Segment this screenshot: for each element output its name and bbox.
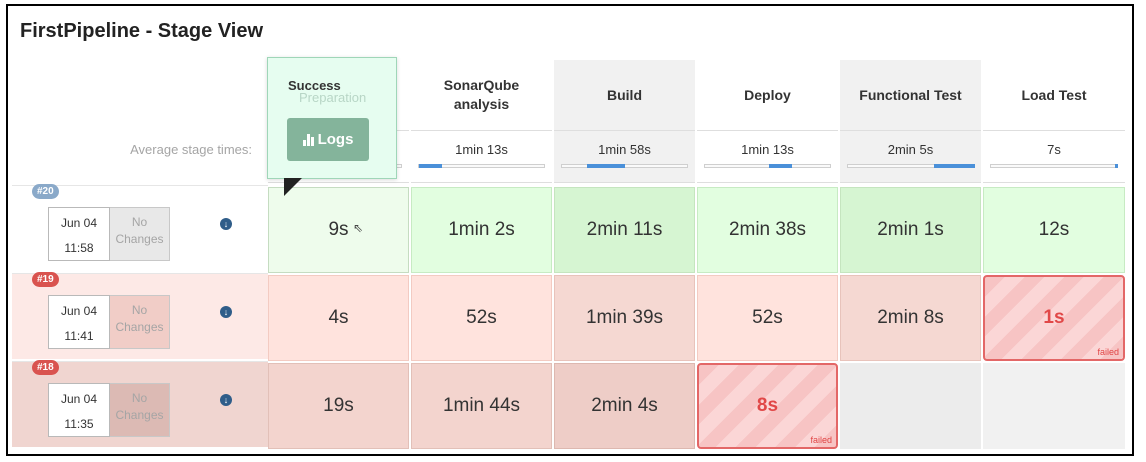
build-time: 11:58: [64, 241, 94, 255]
stage-header[interactable]: Load Test: [983, 60, 1125, 130]
stage-average-time: 7s: [983, 130, 1125, 183]
stage-cell[interactable]: 2min 8s: [840, 275, 981, 361]
download-icon[interactable]: ↓: [220, 218, 232, 230]
stage-average-time: 1min 13s: [697, 130, 838, 183]
stage-duration: 1s: [1043, 307, 1065, 328]
build-date: Jun 04 11:58: [48, 207, 110, 261]
stage-cell[interactable]: 52s: [411, 275, 552, 361]
average-time-bar-fill: [769, 164, 792, 168]
stage-duration: 1min 2s: [448, 219, 515, 240]
build-day: Jun 04: [60, 392, 98, 406]
stage-header[interactable]: SonarQube analysis: [411, 60, 552, 130]
stage-cell-empty: [983, 363, 1125, 449]
stage-header[interactable]: Build: [554, 60, 695, 130]
stage-duration: 2min 1s: [877, 219, 944, 240]
stage-duration: 8s: [756, 395, 779, 416]
stage-cell[interactable]: 2min 4s: [554, 363, 695, 449]
build-number-badge[interactable]: #19: [32, 272, 59, 287]
average-time-bar: [704, 164, 831, 168]
page-title: FirstPipeline - Stage View: [20, 20, 264, 42]
stage-duration: 2min 38s: [728, 219, 807, 240]
stage-header[interactable]: Deploy: [697, 60, 838, 130]
mouse-cursor-icon: ⇖: [353, 221, 364, 235]
changes-label: No Changes: [110, 383, 170, 437]
build-time: 11:41: [64, 329, 94, 343]
build-number-badge[interactable]: #20: [32, 184, 59, 199]
stage-average-time: 2min 5s: [840, 130, 981, 183]
average-time-bar: [990, 164, 1118, 168]
stage-name: Load Test: [1021, 86, 1087, 103]
stage-cell[interactable]: 12s: [983, 187, 1125, 273]
average-time-value: 7s: [1047, 142, 1061, 157]
changes-label: No Changes: [110, 207, 170, 261]
average-stage-times-label: Average stage times:: [130, 142, 252, 157]
stage-cell-empty: [840, 363, 981, 449]
build-day: Jun 04: [60, 216, 98, 230]
download-icon[interactable]: ↓: [220, 306, 232, 318]
stage-duration: 1min 44s: [442, 395, 521, 416]
stage-name: Build: [607, 86, 642, 103]
average-time-bar-fill: [587, 164, 625, 168]
stage-header[interactable]: Functional Test: [840, 60, 981, 130]
stage-cell[interactable]: 52s: [697, 275, 838, 361]
stage-duration: 2min 4s: [591, 395, 658, 416]
stage-cell[interactable]: 8s failed: [697, 363, 838, 449]
stage-cell[interactable]: 2min 11s: [554, 187, 695, 273]
stage-cell[interactable]: 9s: [268, 187, 409, 273]
stage-duration: 19s: [323, 395, 354, 416]
stage-cell[interactable]: 2min 38s: [697, 187, 838, 273]
stage-duration: 9s: [328, 219, 349, 240]
bar-chart-icon: [302, 133, 314, 146]
tooltip-status: Success: [288, 78, 341, 93]
average-time-bar: [561, 164, 688, 168]
average-time-bar: [418, 164, 545, 168]
logs-button[interactable]: Logs: [287, 118, 369, 161]
stage-duration: 12s: [1038, 219, 1070, 240]
average-time-bar-fill: [1115, 164, 1118, 168]
tooltip-arrow: [284, 178, 302, 196]
stage-cell[interactable]: 2min 1s: [840, 187, 981, 273]
logs-button-label: Logs: [317, 131, 354, 148]
download-icon[interactable]: ↓: [220, 394, 232, 406]
stage-cell[interactable]: 1min 39s: [554, 275, 695, 361]
changes-label: No Changes: [110, 295, 170, 349]
build-row: Jun 04 11:58 No Changes ↓ #20: [12, 184, 268, 271]
average-time-value: 1min 13s: [741, 142, 794, 157]
failed-label: failed: [1097, 347, 1119, 357]
stage-average-time: 1min 13s: [411, 130, 552, 183]
stage-duration: 4s: [328, 307, 349, 328]
stage-name: SonarQube analysis: [443, 77, 520, 112]
average-time-bar-fill: [419, 164, 442, 168]
average-time-bar: [847, 164, 975, 168]
build-time: 11:35: [64, 417, 94, 431]
stage-cell[interactable]: 1min 2s: [411, 187, 552, 273]
failed-label: failed: [810, 435, 832, 445]
stage-duration: 52s: [752, 307, 783, 328]
stage-average-time: 1min 58s: [554, 130, 695, 183]
stage-duration: 1min 39s: [585, 307, 664, 328]
build-number-badge[interactable]: #18: [32, 360, 59, 375]
average-time-value: 1min 58s: [598, 142, 651, 157]
stage-duration: 2min 11s: [586, 219, 663, 240]
average-time-bar-fill: [934, 164, 975, 168]
build-day: Jun 04: [60, 304, 98, 318]
average-time-value: 2min 5s: [887, 142, 934, 157]
stage-name: Functional Test: [859, 86, 962, 103]
build-date: Jun 04 11:35: [48, 383, 110, 437]
build-row: Jun 04 11:35 No Changes ↓ #18: [12, 360, 268, 447]
build-row: Jun 04 11:41 No Changes ↓ #19: [12, 272, 268, 359]
stage-name: Deploy: [744, 86, 791, 103]
stage-duration: 2min 8s: [877, 307, 944, 328]
stage-cell[interactable]: 1s failed: [983, 275, 1125, 361]
build-date: Jun 04 11:41: [48, 295, 110, 349]
stage-cell[interactable]: 19s: [268, 363, 409, 449]
stage-cell[interactable]: 1min 44s: [411, 363, 552, 449]
stage-tooltip: Preparation Success Logs: [267, 57, 397, 179]
stage-cell[interactable]: 4s: [268, 275, 409, 361]
average-time-value: 1min 13s: [455, 142, 508, 157]
stage-duration: 52s: [466, 307, 497, 328]
